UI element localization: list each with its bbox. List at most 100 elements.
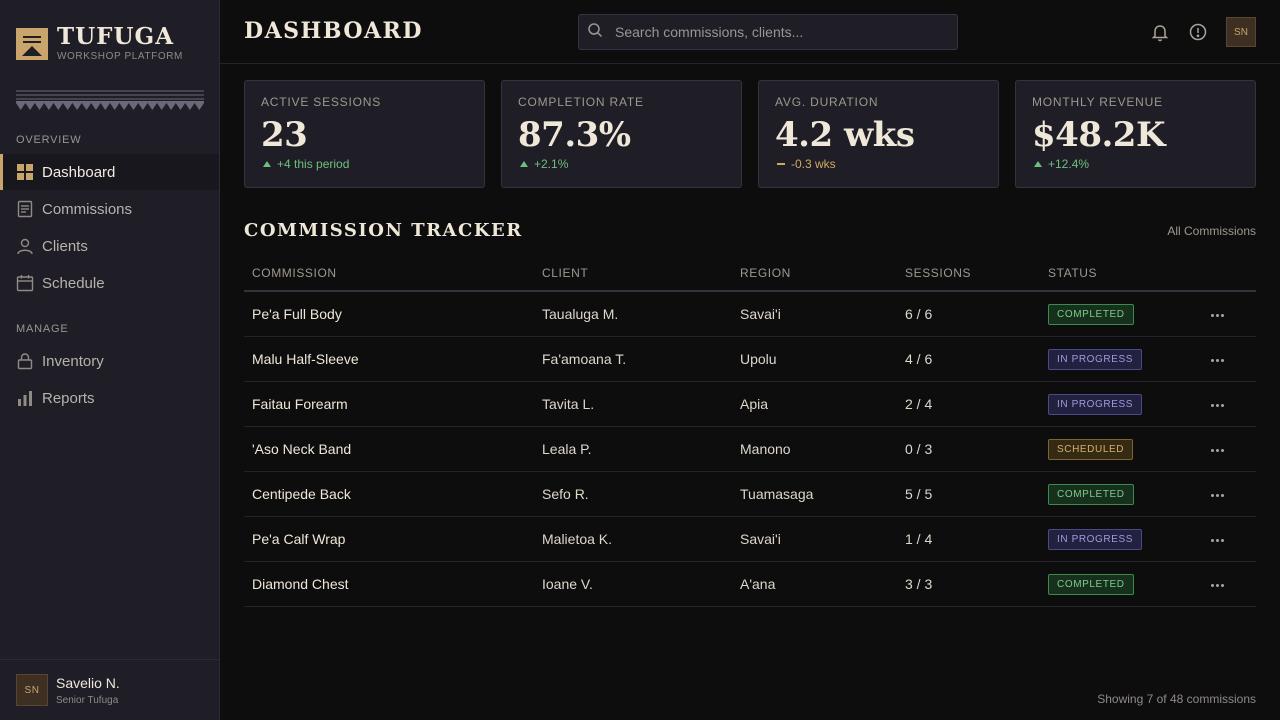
client-cell: Sefo R. — [542, 486, 589, 502]
user-role: Senior Tufuga — [56, 694, 119, 706]
bar-chart-icon — [16, 389, 34, 407]
decorative-pattern — [16, 90, 204, 110]
user-name: Savelio N. — [56, 674, 120, 691]
column-header-commission[interactable]: COMMISSION — [252, 266, 337, 280]
more-options-icon[interactable] — [1202, 440, 1232, 460]
stat-delta: +4 this period — [261, 157, 468, 171]
stat-delta-text: +12.4% — [1048, 157, 1090, 171]
stat-delta-text: +2.1% — [534, 157, 569, 171]
stat-card-active-sessions: ACTIVE SESSIONS 23 +4 this period — [244, 80, 485, 188]
brand-subtitle: WORKSHOP PLATFORM — [57, 51, 183, 62]
sessions-cell: 2 / 4 — [905, 396, 933, 412]
sessions-cell: 1 / 4 — [905, 531, 933, 547]
sidebar-item-label: Schedule — [42, 274, 105, 292]
status-badge: COMPLETED — [1048, 574, 1134, 595]
lock-icon — [16, 352, 34, 370]
stat-label: ACTIVE SESSIONS — [261, 95, 382, 109]
stat-value: $48.2K — [1032, 115, 1166, 155]
region-cell: Manono — [740, 441, 791, 457]
header-avatar[interactable]: SN — [1226, 17, 1256, 47]
sidebar-item-label: Commissions — [42, 200, 133, 218]
table-row[interactable]: Faitau Forearm Tavita L. Apia 2 / 4 IN PROGR… — [244, 382, 1256, 427]
sidebar-item-inventory[interactable]: Inventory — [0, 343, 219, 379]
more-options-icon[interactable] — [1202, 575, 1232, 595]
stat-label: COMPLETION RATE — [518, 95, 644, 109]
more-options-icon[interactable] — [1202, 350, 1232, 370]
stat-delta-text: +4 this period — [277, 157, 350, 171]
stat-card-monthly-revenue: MONTHLY REVENUE $48.2K +12.4% — [1015, 80, 1256, 188]
stat-label: AVG. DURATION — [775, 95, 879, 109]
search-input[interactable] — [615, 24, 945, 40]
region-cell: A'ana — [740, 576, 776, 592]
document-icon — [16, 200, 34, 218]
table-row[interactable]: Malu Half-Sleeve Fa'amoana T. Upolu 4 / 6 IN… — [244, 337, 1256, 382]
region-cell: Savai'i — [740, 531, 781, 547]
user-icon — [16, 237, 34, 255]
client-cell: Tavita L. — [542, 396, 595, 412]
alert-circle-icon[interactable] — [1188, 22, 1208, 42]
sidebar-item-commissions[interactable]: Commissions — [0, 191, 219, 227]
sessions-cell: 0 / 3 — [905, 441, 933, 457]
status-badge: IN PROGRESS — [1048, 394, 1143, 415]
commission-cell: Malu Half-Sleeve — [252, 351, 359, 367]
sidebar: TUFUGA WORKSHOP PLATFORM OVERVIEW Dashbo… — [0, 0, 220, 720]
region-cell: Savai'i — [740, 306, 781, 322]
sidebar-item-dashboard[interactable]: Dashboard — [0, 154, 219, 190]
avatar: SN — [16, 674, 48, 706]
stat-value: 87.3% — [518, 115, 631, 155]
table-row[interactable]: Pe'a Calf Wrap Malietoa K. Savai'i 1 / 4 IN … — [244, 517, 1256, 562]
section-label-overview: OVERVIEW — [16, 134, 82, 146]
trend-up-icon — [263, 161, 271, 167]
sidebar-item-label: Reports — [42, 389, 95, 407]
more-options-icon[interactable] — [1202, 485, 1232, 505]
table-row[interactable]: Pe'a Full Body Taualuga M. Savai'i 6 / 6 COM… — [244, 292, 1256, 337]
commission-cell: 'Aso Neck Band — [252, 441, 352, 457]
status-badge: COMPLETED — [1048, 484, 1134, 505]
stat-delta: +2.1% — [518, 157, 725, 171]
sessions-cell: 6 / 6 — [905, 306, 933, 322]
trend-up-icon — [1034, 161, 1042, 167]
table-row[interactable]: 'Aso Neck Band Leala P. Manono 0 / 3 SCHEDUL… — [244, 427, 1256, 472]
more-options-icon[interactable] — [1202, 530, 1232, 550]
sidebar-item-schedule[interactable]: Schedule — [0, 265, 219, 301]
stat-delta: -0.3 wks — [775, 157, 982, 171]
column-header-status[interactable]: STATUS — [1048, 266, 1097, 280]
status-badge: IN PROGRESS — [1048, 349, 1143, 370]
brand-logo-icon — [16, 28, 48, 60]
sessions-cell: 3 / 3 — [905, 576, 933, 592]
status-badge: IN PROGRESS — [1048, 529, 1143, 550]
commission-table: COMMISSION CLIENT REGION SESSIONS STATUS… — [244, 256, 1256, 607]
trend-up-icon — [520, 161, 528, 167]
client-cell: Ioane V. — [542, 576, 593, 592]
table-row[interactable]: Diamond Chest Ioane V. A'ana 3 / 3 COMPLETED — [244, 562, 1256, 607]
user-profile[interactable]: SN Savelio N. Senior Tufuga — [0, 659, 219, 720]
stat-delta: +12.4% — [1032, 157, 1239, 171]
commission-cell: Faitau Forearm — [252, 396, 348, 412]
more-options-icon[interactable] — [1202, 305, 1232, 325]
grid-icon — [16, 163, 34, 181]
client-cell: Taualuga M. — [542, 306, 619, 322]
status-badge: SCHEDULED — [1048, 439, 1134, 460]
client-cell: Malietoa K. — [542, 531, 613, 547]
sidebar-item-clients[interactable]: Clients — [0, 228, 219, 264]
column-header-client[interactable]: CLIENT — [542, 266, 588, 280]
calendar-icon — [16, 274, 34, 292]
bell-icon[interactable] — [1150, 22, 1170, 42]
client-cell: Fa'amoana T. — [542, 351, 627, 367]
sidebar-item-reports[interactable]: Reports — [0, 380, 219, 416]
sessions-cell: 5 / 5 — [905, 486, 933, 502]
search-bar[interactable] — [578, 14, 958, 50]
column-header-region[interactable]: REGION — [740, 266, 791, 280]
brand[interactable]: TUFUGA WORKSHOP PLATFORM — [16, 24, 183, 62]
column-header-sessions[interactable]: SESSIONS — [905, 266, 971, 280]
stat-card-completion-rate: COMPLETION RATE 87.3% +2.1% — [501, 80, 742, 188]
sidebar-item-label: Inventory — [42, 352, 104, 370]
status-badge: COMPLETED — [1048, 304, 1134, 325]
sidebar-item-label: Clients — [42, 237, 88, 255]
all-commissions-link[interactable]: All Commissions — [1167, 224, 1256, 238]
commission-cell: Pe'a Full Body — [252, 306, 342, 322]
table-row[interactable]: Centipede Back Sefo R. Tuamasaga 5 / 5 COMPL… — [244, 472, 1256, 517]
stat-label: MONTHLY REVENUE — [1032, 95, 1163, 109]
commission-cell: Diamond Chest — [252, 576, 349, 592]
more-options-icon[interactable] — [1202, 395, 1232, 415]
